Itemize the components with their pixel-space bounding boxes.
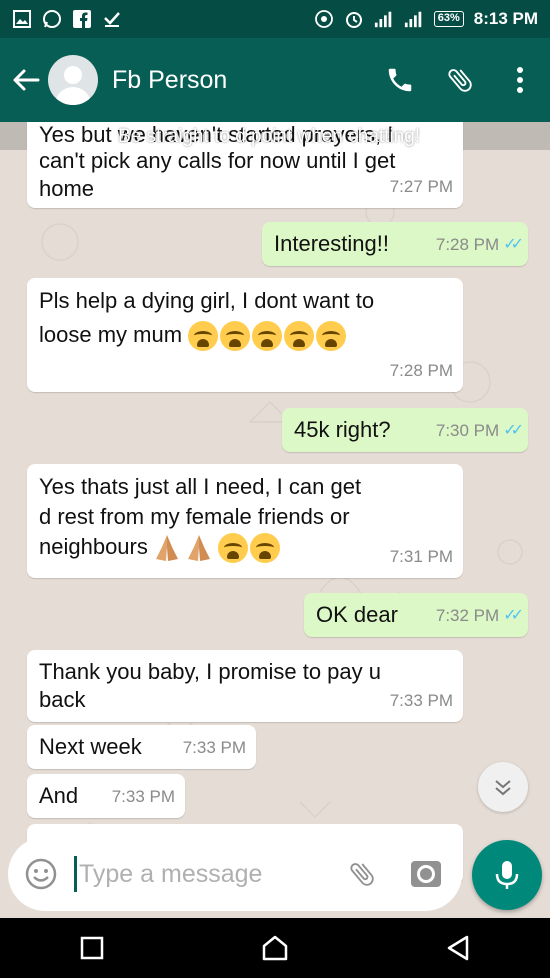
text-cursor bbox=[74, 856, 77, 892]
read-ticks-icon: ✓✓ bbox=[503, 607, 524, 624]
message-outgoing[interactable]: 45k right? 7:30 PM ✓✓ bbox=[282, 408, 528, 452]
message-time: 7:33 PM bbox=[182, 738, 246, 757]
message-time: 7:32 PM ✓✓ bbox=[436, 601, 524, 631]
message-time: 7:28 PM ✓✓ bbox=[436, 230, 524, 260]
chat-area[interactable]: Yes but we haven't started prayers, I ca… bbox=[0, 122, 550, 918]
read-ticks-icon: ✓✓ bbox=[503, 422, 524, 439]
home-icon[interactable] bbox=[245, 918, 305, 978]
crying-emoji-icon bbox=[220, 321, 251, 352]
attach-icon[interactable] bbox=[340, 852, 384, 896]
message-text-line: Thank you baby, I promise to pay u bbox=[39, 659, 381, 684]
crying-emoji-icon bbox=[252, 321, 283, 352]
back-arrow-icon[interactable] bbox=[2, 38, 50, 122]
battery-level: 63% bbox=[433, 11, 464, 27]
status-system-icons: 63% 8:13 PM bbox=[314, 9, 538, 29]
whatsapp-notification-icon bbox=[42, 9, 62, 29]
signal-3g-icon bbox=[404, 9, 424, 29]
status-bar: 63% 8:13 PM bbox=[0, 0, 550, 38]
crying-emoji-icon bbox=[316, 321, 347, 352]
clock: 8:13 PM bbox=[473, 9, 538, 28]
message-time: 7:31 PM bbox=[389, 547, 453, 566]
signal-icon bbox=[374, 9, 394, 29]
message-incoming[interactable]: And 7:33 PM bbox=[27, 774, 185, 818]
message-incoming[interactable]: Yes thats just all I need, I can get d r… bbox=[27, 464, 463, 578]
phone-icon[interactable] bbox=[370, 38, 430, 122]
praying-hands-icon bbox=[188, 535, 211, 562]
download-done-icon bbox=[102, 9, 122, 29]
mic-icon[interactable] bbox=[472, 840, 542, 910]
scroll-down-icon[interactable] bbox=[478, 762, 528, 812]
message-text-line: d rest from my female friends or bbox=[39, 504, 350, 529]
message-outgoing[interactable]: Interesting!! 7:28 PM ✓✓ bbox=[262, 222, 528, 266]
crying-emoji-icon bbox=[250, 533, 281, 564]
system-nav-bar bbox=[0, 918, 550, 978]
crying-emoji-icon bbox=[188, 321, 219, 352]
message-text-line: loose my mum bbox=[39, 322, 183, 347]
message-text-line: Yes thats just all I need, I can get bbox=[39, 474, 362, 499]
message-composer: Type a message bbox=[8, 837, 462, 911]
message-time: 7:33 PM bbox=[389, 691, 453, 710]
message-text-line: neighbours bbox=[39, 534, 148, 559]
message-outgoing[interactable]: OK dear 7:32 PM ✓✓ bbox=[304, 593, 528, 637]
read-ticks-icon: ✓✓ bbox=[503, 236, 524, 253]
facebook-notification-icon bbox=[72, 9, 92, 29]
status-notification-icons bbox=[12, 9, 122, 29]
praying-hands-icon bbox=[156, 535, 178, 562]
crying-emoji-icon bbox=[218, 533, 249, 564]
alarm-icon bbox=[344, 9, 364, 29]
attach-icon[interactable] bbox=[430, 38, 490, 122]
message-incoming[interactable]: Thank you baby, I promise to pay u back … bbox=[27, 650, 463, 722]
recents-icon[interactable] bbox=[62, 918, 122, 978]
message-text-line: Pls help a dying girl, I dont want to bbox=[39, 288, 375, 313]
message-time: 7:27 PM bbox=[389, 177, 453, 196]
more-icon[interactable] bbox=[490, 38, 550, 122]
avatar[interactable] bbox=[48, 55, 98, 105]
message-incoming[interactable]: Pls help a dying girl, I dont want to lo… bbox=[27, 278, 463, 392]
contact-name[interactable]: Fb Person bbox=[112, 66, 370, 95]
message-input[interactable]: Type a message bbox=[79, 860, 320, 889]
message-text-line-with-emoji: loose my mum bbox=[39, 320, 451, 352]
gallery-notification-icon bbox=[12, 9, 32, 29]
message-time: 7:30 PM ✓✓ bbox=[436, 416, 524, 446]
hotspot-icon bbox=[314, 9, 334, 29]
emoji-icon[interactable] bbox=[22, 855, 60, 893]
crying-emoji-icon bbox=[284, 321, 315, 352]
message-incoming[interactable]: Next week 7:33 PM bbox=[27, 725, 256, 769]
overlay-text: Be straight to d point when chatting! bbox=[118, 126, 421, 147]
camera-icon[interactable] bbox=[404, 852, 448, 896]
message-time: 7:33 PM bbox=[111, 787, 175, 806]
back-icon[interactable] bbox=[428, 918, 488, 978]
message-time: 7:28 PM bbox=[389, 361, 453, 380]
chat-header: Fb Person bbox=[0, 38, 550, 122]
